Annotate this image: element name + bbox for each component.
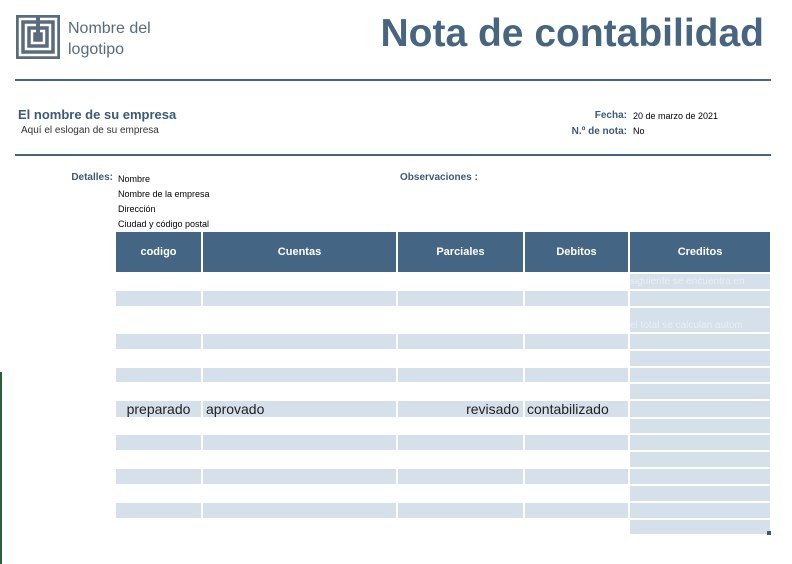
table-row-band <box>525 503 628 518</box>
column-header-parciales: Parciales <box>398 232 523 272</box>
column-header-cuentas: Cuentas <box>203 232 396 272</box>
creditos-overflow-text-2: el total se calculan autom <box>630 308 770 332</box>
summary-prepared-text: preparado <box>126 401 191 417</box>
summary-prepared: preparado <box>116 401 201 417</box>
creditos-cell <box>630 351 770 366</box>
summary-reviewed-text: revisado <box>466 401 519 417</box>
middle-divider <box>15 154 771 156</box>
table-row-band <box>116 503 201 518</box>
details-city-zip: Ciudad y código postal <box>118 219 210 229</box>
creditos-cell <box>630 452 770 467</box>
company-name: El nombre de su empresa <box>18 107 177 122</box>
details-address: Dirección <box>118 204 156 214</box>
creditos-cell <box>630 334 770 349</box>
table-row-band <box>116 435 201 450</box>
creditos-cell <box>630 419 770 433</box>
creditos-cell <box>630 384 770 399</box>
table-row-band <box>203 469 396 484</box>
table-row-band <box>116 291 201 306</box>
creditos-cell <box>630 368 770 382</box>
table-row-band <box>525 469 628 484</box>
summary-reviewed: revisado <box>398 401 523 417</box>
corner-marker <box>767 531 771 535</box>
details-label: Detalles: <box>71 172 113 183</box>
table-row-band <box>203 435 396 450</box>
left-edge-line <box>0 372 2 564</box>
table-row-band <box>525 435 628 450</box>
logo-text: Nombre del logotipo <box>68 20 151 58</box>
table-row-band <box>398 435 523 450</box>
table-row-band <box>398 334 523 349</box>
logo-icon <box>16 15 60 59</box>
column-header-creditos: Creditos <box>630 232 770 272</box>
company-slogan: Aquí el eslogan de su empresa <box>21 125 159 136</box>
note-number-value: No <box>633 126 645 136</box>
creditos-cell <box>630 520 770 534</box>
table-row-band <box>525 368 628 382</box>
table-row-band <box>203 291 396 306</box>
table-row-band <box>525 291 628 306</box>
table-row-band <box>116 469 201 484</box>
table-row-band <box>116 368 201 382</box>
creditos-cell <box>630 469 770 484</box>
creditos-cell <box>630 486 770 501</box>
creditos-cell <box>630 503 770 518</box>
table-row-band <box>203 503 396 518</box>
table-row-band <box>398 503 523 518</box>
creditos-cell <box>630 435 770 450</box>
table-row-band <box>203 368 396 382</box>
summary-approved-text: aprovado <box>206 401 265 417</box>
creditos-cell <box>630 291 770 306</box>
details-name: Nombre <box>118 174 151 184</box>
creditos-cell <box>630 401 770 417</box>
column-header-debitos: Debitos <box>525 232 628 272</box>
table-row-band <box>398 291 523 306</box>
summary-posted-text: contabilizado <box>527 401 609 417</box>
page-title: Nota de contabilidad <box>380 12 764 55</box>
table-row-band <box>203 334 396 349</box>
table-row-band <box>398 368 523 382</box>
date-label: Fecha: <box>594 110 627 121</box>
table-row-band <box>398 469 523 484</box>
table-row-band <box>525 334 628 349</box>
details-company: Nombre de la empresa <box>118 189 210 199</box>
date-value: 20 de marzo de 2021 <box>633 111 719 121</box>
observations-label: Observaciones : <box>400 172 478 183</box>
top-divider <box>15 79 771 81</box>
summary-approved: aprovado <box>203 401 396 417</box>
note-number-label: N.º de nota: <box>571 126 627 137</box>
column-header-codigo: codigo <box>116 232 201 272</box>
summary-posted: contabilizado <box>525 401 628 417</box>
creditos-overflow-text-1: siguiente se encuentra en <box>630 274 770 289</box>
table-row-band <box>116 334 201 349</box>
